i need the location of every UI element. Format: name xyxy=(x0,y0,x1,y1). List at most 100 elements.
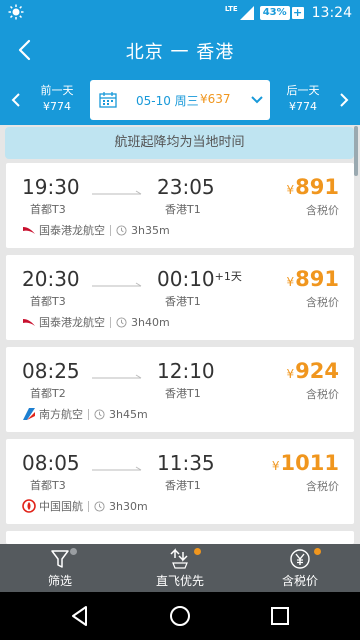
flight-price: ¥891 xyxy=(286,175,339,199)
filter-icon xyxy=(51,550,69,568)
route-arrow-icon xyxy=(92,282,142,287)
flight-card[interactable]: 08:25 首都T2 12:10 香港T1 ¥924 含税价 南方航空 3h45… xyxy=(6,347,354,432)
airline-name: 国泰港龙航空 xyxy=(39,316,105,329)
prev-day-button[interactable]: 前一天 ¥774 xyxy=(27,83,87,115)
flight-card[interactable]: 19:30 首都T3 23:05 香港T1 ¥891 含税价 国泰港龙航空 3h… xyxy=(6,163,354,248)
departure-time: 20:30 xyxy=(22,267,80,291)
clock-icon xyxy=(116,316,127,328)
tax-included-label: 含税价 xyxy=(306,480,339,493)
departure-airport: 首都T3 xyxy=(30,295,66,308)
departure-airport: 首都T3 xyxy=(30,479,66,492)
airline-name: 中国国航 xyxy=(39,500,83,513)
network-type: LTE xyxy=(224,4,238,13)
filter-label: 筛选 xyxy=(47,574,72,588)
arrival-airport: 香港T1 xyxy=(165,295,201,308)
divider xyxy=(88,408,89,420)
departure-airport: 首都T2 xyxy=(30,387,66,400)
selected-date: 05-10 周三 xyxy=(136,94,199,108)
yen-icon xyxy=(290,549,310,569)
next-day-label: 后一天 xyxy=(286,84,320,97)
price-indicator-dot xyxy=(314,548,321,555)
flight-price: ¥924 xyxy=(286,359,339,383)
battery-level: 43% xyxy=(259,6,290,20)
selected-date-price: ¥637 xyxy=(200,92,231,106)
scrollbar[interactable] xyxy=(354,126,358,176)
airline-info: 中国国航 3h30m xyxy=(22,498,148,514)
route-arrow-icon xyxy=(92,374,142,379)
route-arrow-icon xyxy=(92,466,142,471)
divider xyxy=(110,316,111,328)
route-arrow-icon xyxy=(92,190,142,195)
signal-icon xyxy=(239,6,254,20)
route-title: 北京 一 香港 xyxy=(125,42,235,63)
battery-indicator: 43% + xyxy=(259,6,304,20)
china-southern-logo-icon xyxy=(23,408,35,420)
direct-indicator-dot xyxy=(194,548,201,555)
app-header: 北京 一 香港 xyxy=(0,25,360,75)
back-triangle-icon[interactable] xyxy=(68,604,92,628)
clock: 13:24 xyxy=(311,5,352,21)
prev-day-label: 前一天 xyxy=(40,84,74,97)
prev-day-arrow-icon[interactable] xyxy=(8,91,24,109)
direct-first-button[interactable]: 直飞优先 xyxy=(120,544,240,592)
calendar-icon xyxy=(99,92,117,108)
recents-square-icon[interactable] xyxy=(268,604,292,628)
flight-price: ¥1011 xyxy=(271,451,339,475)
next-day-marker: +1天 xyxy=(214,270,242,283)
airline-info: 南方航空 3h45m xyxy=(22,406,148,422)
flight-duration: 3h30m xyxy=(109,499,148,513)
system-nav-bar xyxy=(0,592,360,640)
clock-icon xyxy=(94,500,105,512)
divider xyxy=(88,500,89,512)
flight-duration: 3h40m xyxy=(131,315,170,329)
arrival-airport: 香港T1 xyxy=(165,203,201,216)
arrival-time: 00:10+1天 xyxy=(157,267,242,291)
airline-info: 国泰港龙航空 3h40m xyxy=(22,314,170,330)
prev-day-price: ¥774 xyxy=(43,100,71,113)
airline-info: 国泰港龙航空 3h35m xyxy=(22,222,170,238)
cathay-logo-icon xyxy=(23,319,35,326)
date-selector-bar: 前一天 ¥774 05-10 周三 ¥637 后一天 ¥774 xyxy=(0,75,360,125)
chevron-down-icon xyxy=(251,96,263,104)
arrival-airport: 香港T1 xyxy=(165,387,201,400)
next-day-button[interactable]: 后一天 ¥774 xyxy=(273,83,333,115)
flight-card[interactable]: 20:30 首都T3 00:10+1天 香港T1 ¥891 含税价 国泰港龙航空… xyxy=(6,255,354,340)
departure-time: 19:30 xyxy=(22,175,80,199)
currency-symbol: ¥ xyxy=(286,275,295,289)
arrival-airport: 香港T1 xyxy=(165,479,201,492)
flight-card-partial[interactable] xyxy=(6,531,354,544)
clock-icon xyxy=(94,408,105,420)
home-circle-icon[interactable] xyxy=(168,604,192,628)
divider xyxy=(110,224,111,236)
price-sort-label: 含税价 xyxy=(281,574,318,588)
clock-icon xyxy=(116,224,127,236)
sort-arrows-icon xyxy=(170,548,188,569)
price-sort-button[interactable]: 含税价 xyxy=(240,544,360,592)
filter-button[interactable]: 筛选 xyxy=(0,544,120,592)
arrival-time: 12:10 xyxy=(157,359,215,383)
tax-included-label: 含税价 xyxy=(306,296,339,309)
flight-price: ¥891 xyxy=(286,267,339,291)
currency-symbol: ¥ xyxy=(286,367,295,381)
currency-symbol: ¥ xyxy=(286,183,295,197)
date-picker-button[interactable]: 05-10 周三 ¥637 xyxy=(90,80,270,120)
filter-indicator-dot xyxy=(70,548,77,555)
arrival-time: 23:05 xyxy=(157,175,215,199)
tax-included-label: 含税价 xyxy=(306,388,339,401)
air-china-logo-icon xyxy=(22,499,36,513)
airline-name: 南方航空 xyxy=(39,408,83,421)
tax-included-label: 含税价 xyxy=(306,204,339,217)
departure-airport: 首都T3 xyxy=(30,203,66,216)
brightness-icon xyxy=(8,4,24,20)
departure-time: 08:05 xyxy=(22,451,80,475)
next-day-arrow-icon[interactable] xyxy=(336,91,352,109)
bottom-toolbar: 筛选 直飞优先 含税价 xyxy=(0,544,360,592)
cathay-logo-icon xyxy=(23,227,35,234)
airline-name: 国泰港龙航空 xyxy=(39,224,105,237)
status-bar: LTE 43% + 13:24 xyxy=(0,0,360,25)
flight-card[interactable]: 08:05 首都T3 11:35 香港T1 ¥1011 含税价 中国国航 3h3… xyxy=(6,439,354,524)
departure-time: 08:25 xyxy=(22,359,80,383)
currency-symbol: ¥ xyxy=(271,459,280,473)
arrival-time: 11:35 xyxy=(157,451,215,475)
charging-icon: + xyxy=(291,6,304,19)
